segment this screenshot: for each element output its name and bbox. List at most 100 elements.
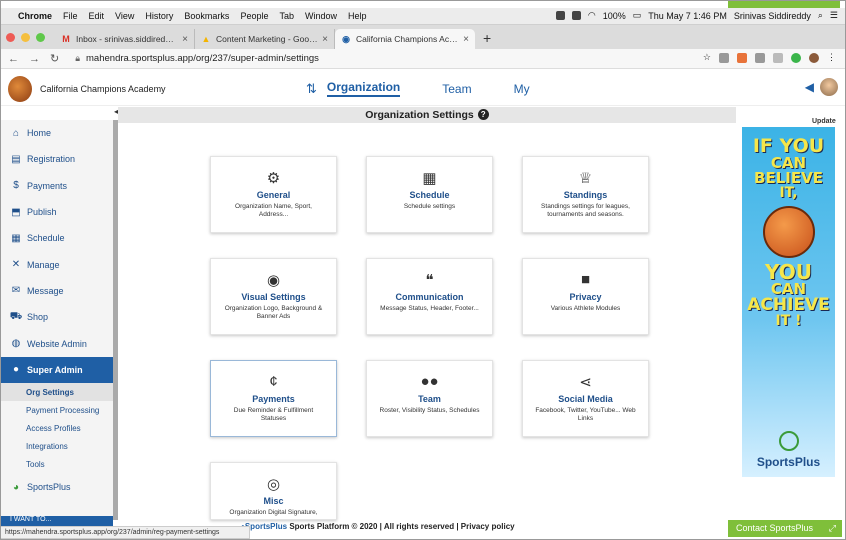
wifi-icon[interactable]: ◠ <box>588 10 596 21</box>
minimize-window-button[interactable] <box>21 32 30 42</box>
card-social-media[interactable]: ⋖ Social Media Facebook, Twitter, YouTub… <box>522 360 649 437</box>
dollar-icon: $ <box>13 180 19 192</box>
lock-icon[interactable]: 🔒︎ <box>75 53 80 64</box>
menu-history[interactable]: History <box>145 11 173 21</box>
status-icon[interactable] <box>571 11 581 20</box>
cart-icon: ⛟ <box>9 310 23 322</box>
close-window-button[interactable] <box>6 32 15 42</box>
search-icon[interactable]: ⌕ <box>818 10 823 21</box>
sidebar-item-sportsplus[interactable]: ◕ SportsPlus <box>0 474 113 500</box>
card-desc: Facebook, Twitter, YouTube... Web Links <box>535 407 636 423</box>
bookmark-star-icon[interactable]: ☆ <box>703 52 711 63</box>
sidebar-item-schedule[interactable]: ▦ Schedule <box>0 225 113 251</box>
chrome-menu-icon[interactable]: ⋮ <box>827 52 836 63</box>
ad-text: IT ! <box>775 313 802 329</box>
menu-bookmarks[interactable]: Bookmarks <box>184 11 229 21</box>
nav-organization[interactable]: Organization <box>326 80 401 97</box>
card-payments[interactable]: ¢ Payments Due Reminder & Fulfillment St… <box>210 360 337 437</box>
card-schedule[interactable]: ▦ Schedule Schedule settings <box>366 156 493 233</box>
ad-brand: SportsPlus <box>756 455 821 469</box>
sidebar-item-label: Super Admin <box>27 364 83 375</box>
sidebar-item-home[interactable]: ⌂ Home <box>0 120 113 146</box>
footer-text[interactable]: Sports Platform © 2020 | All rights rese… <box>289 522 514 531</box>
menu-tab[interactable]: Tab <box>279 11 294 21</box>
sidebar-item-shop[interactable]: ⛟ Shop <box>0 304 113 330</box>
menu-file[interactable]: File <box>63 11 78 21</box>
menu-list-icon[interactable]: ☰ <box>830 10 838 21</box>
close-tab-icon[interactable]: × <box>322 34 328 45</box>
subitem-integrations[interactable]: Integrations <box>0 438 113 456</box>
user-avatar[interactable] <box>820 78 838 96</box>
subitem-org-settings[interactable]: Org Settings <box>0 382 113 402</box>
tab-google-drive[interactable]: ▲ Content Marketing - Google D × <box>195 29 335 49</box>
megaphone-icon[interactable]: ◀ <box>805 80 814 94</box>
menu-window[interactable]: Window <box>305 11 337 21</box>
sportsplus-ad[interactable]: IF YOU CAN BELIEVE IT, YOU CAN ACHIEVE I… <box>742 127 835 477</box>
reload-icon[interactable]: ↻ <box>50 52 59 65</box>
menu-help[interactable]: Help <box>348 11 367 21</box>
subitem-tools[interactable]: Tools <box>0 456 113 474</box>
sidebar-item-payments[interactable]: $ Payments <box>0 173 113 199</box>
battery-icon[interactable]: ▭ <box>633 10 642 21</box>
forward-icon[interactable]: → <box>29 53 40 65</box>
menu-view[interactable]: View <box>115 11 134 21</box>
extension-icon[interactable] <box>755 52 765 63</box>
tab-label: Content Marketing - Google D <box>216 34 319 44</box>
card-title: Standings <box>563 190 608 200</box>
sidebar-item-manage[interactable]: ✕ Manage <box>0 251 113 277</box>
sidebar-item-label: Website Admin <box>27 338 87 349</box>
sidebar-item-website-admin[interactable]: ◍ Website Admin <box>0 330 113 356</box>
org-logo[interactable] <box>8 76 32 102</box>
cent-icon: ¢ <box>269 373 278 390</box>
battery-level[interactable]: 100% <box>603 11 626 21</box>
user-name[interactable]: Srinivas Siddireddy <box>734 11 811 21</box>
card-privacy[interactable]: ■ Privacy Various Athlete Modules <box>522 258 649 335</box>
menu-app[interactable]: Chrome <box>18 11 52 21</box>
i-want-to-button[interactable]: I WANT TO... <box>0 516 113 526</box>
close-tab-icon[interactable]: × <box>463 34 469 45</box>
ad-update-label[interactable]: Update <box>812 118 836 125</box>
sidebar-item-publish[interactable]: ⬒ Publish <box>0 199 113 225</box>
subitem-access-profiles[interactable]: Access Profiles <box>0 419 113 437</box>
contact-sportsplus-button[interactable]: Contact SportsPlus ⤢ <box>728 520 842 537</box>
card-team[interactable]: ●● Team Roster, Visibility Status, Sched… <box>366 360 493 437</box>
card-desc: Roster, Visibility Status, Schedules <box>379 407 480 414</box>
status-icon[interactable] <box>555 11 565 20</box>
sidebar-item-label: Payments <box>27 180 68 191</box>
sidebar-item-message[interactable]: ✉ Message <box>0 278 113 304</box>
envelope-icon: ✉ <box>11 285 21 297</box>
tools-icon: ✕ <box>11 259 21 271</box>
nav-team[interactable]: Team <box>442 82 471 96</box>
card-misc[interactable]: ◎ Misc Organization Digital Signature, <box>210 462 337 520</box>
close-tab-icon[interactable]: × <box>182 34 188 45</box>
sort-arrows-icon[interactable]: ⇅ <box>306 81 317 97</box>
extension-icon[interactable] <box>737 52 747 63</box>
new-tab-icon[interactable]: + <box>483 29 491 49</box>
drive-icon: ▲ <box>201 34 211 44</box>
help-icon[interactable]: ? <box>477 109 489 120</box>
extension-icon[interactable] <box>719 52 729 63</box>
card-general[interactable]: ⚙ General Organization Name, Sport, Addr… <box>210 156 337 233</box>
back-icon[interactable]: ← <box>8 53 19 65</box>
card-standings[interactable]: ♕ Standings Standings settings for leagu… <box>522 156 649 233</box>
extension-icon[interactable] <box>791 52 801 63</box>
sidebar-item-registration[interactable]: ▤ Registration <box>0 146 113 172</box>
tab-gmail[interactable]: M Inbox - srinivas.siddireddy@th × <box>55 29 195 49</box>
menu-edit[interactable]: Edit <box>89 11 105 21</box>
card-visual-settings[interactable]: ◉ Visual Settings Organization Logo, Bac… <box>210 258 337 335</box>
sidebar-item-super-admin[interactable]: ● Super Admin <box>0 356 113 383</box>
url-field[interactable]: mahendra.sportsplus.app/org/237/super-ad… <box>86 53 319 64</box>
subitem-payment-processing[interactable]: Payment Processing <box>0 401 113 419</box>
org-name[interactable]: California Champions Academy <box>40 84 166 94</box>
extension-icon[interactable] <box>773 52 783 63</box>
sidebar-item-label: Schedule <box>27 233 65 244</box>
card-title: Visual Settings <box>241 292 306 302</box>
clock[interactable]: Thu May 7 1:46 PM <box>648 11 727 21</box>
menu-people[interactable]: People <box>240 11 268 21</box>
nav-my[interactable]: My <box>514 82 530 96</box>
profile-avatar[interactable] <box>809 52 819 63</box>
card-communication[interactable]: ❝ Communication Message Status, Header, … <box>366 258 493 335</box>
card-title: Privacy <box>569 292 602 302</box>
tab-california-champions[interactable]: ◉ California Champions Academ × <box>335 29 475 49</box>
maximize-window-button[interactable] <box>36 32 45 42</box>
